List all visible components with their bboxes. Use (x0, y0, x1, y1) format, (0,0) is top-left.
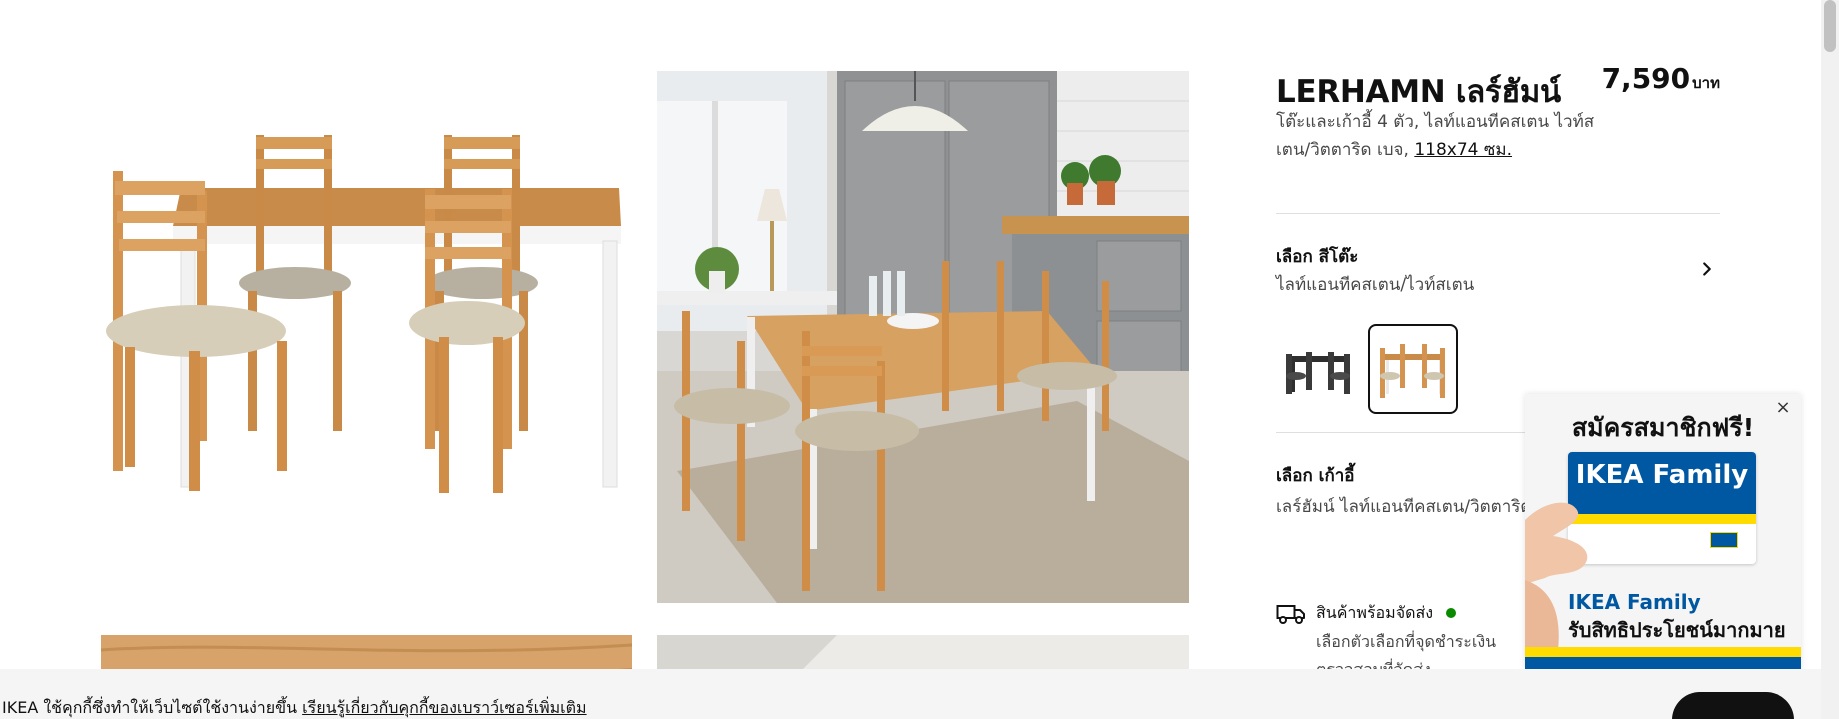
product-price: 7,590 บาท (1602, 62, 1720, 95)
delivery-note: เลือกตัวเลือกที่จุดชำระเงิน (1316, 632, 1497, 651)
chevron-right-icon[interactable] (1696, 258, 1718, 280)
ikea-family-popup[interactable]: × สมัครสมาชิกฟรี! IKEA Family IKEA Famil… (1525, 394, 1801, 670)
price-amount: 7,590 (1601, 62, 1691, 95)
availability-dot (1446, 608, 1456, 618)
delivery-status: สินค้าพร้อมจัดส่ง (1316, 603, 1434, 622)
table-color-label: เลือก สีโต๊ะ (1276, 247, 1359, 267)
divider (1276, 213, 1720, 214)
popup-family-text: IKEA Family (1568, 590, 1701, 614)
truck-icon (1276, 605, 1305, 624)
size-link[interactable]: 118x74 ซม. (1414, 140, 1512, 160)
popup-benefit-text: รับสิทธิประโยชน์มากมาย (1568, 618, 1786, 642)
product-description: โต๊ะและเก้าอี้ 4 ตัว, ไลท์แอนทีคสเตน ไวท… (1276, 108, 1616, 164)
chair-label: เลือก เก้าอี้ (1276, 466, 1355, 486)
scrollbar[interactable] (1821, 0, 1839, 719)
cookie-message: IKEA ใช้คุกกี้ซึ่งทำให้เว็บไซต์ใช้งานง่า… (2, 696, 587, 719)
table-and-chairs-illustration (106, 135, 621, 493)
light-table-thumbnail (1380, 344, 1445, 398)
product-page: LERHAMN เลร์ฮัมน์ 7,590 บาท โต๊ะและเก้าอี… (0, 0, 1839, 719)
product-image-main[interactable] (101, 71, 632, 602)
dark-table-thumbnail (1286, 352, 1350, 394)
popup-yellow-stripe (1525, 647, 1801, 657)
product-image-room[interactable] (657, 71, 1189, 603)
table-color-value: ไลท์แอนทีคสเตน/ไวท์สเตน (1276, 275, 1475, 295)
kitchen-scene-illustration (657, 71, 1189, 603)
chair-value: เลร์ฮัมน์ ไลท์แอนทีคสเตน/วิตตาริด เบจ (1276, 497, 1564, 517)
swatch-light-antique[interactable] (1368, 324, 1458, 414)
cookie-accept-button[interactable] (1672, 692, 1794, 719)
scrollbar-thumb[interactable] (1824, 0, 1836, 52)
popup-headline: สมัครสมาชิกฟรี! (1571, 413, 1755, 442)
cookie-banner: IKEA ใช้คุกกี้ซึ่งทำให้เว็บไซต์ใช้งานง่า… (0, 669, 1839, 719)
cookie-text: IKEA ใช้คุกกี้ซึ่งทำให้เว็บไซต์ใช้งานง่า… (2, 698, 298, 717)
swatch-dark[interactable] (1276, 326, 1362, 412)
price-currency: บาท (1692, 74, 1720, 92)
ikea-logo-icon (1710, 532, 1738, 548)
cookie-learn-more-link[interactable]: เรียนรู้เกี่ยวกับคุกกี้ของเบราว์เซอร์เพิ… (302, 698, 586, 717)
